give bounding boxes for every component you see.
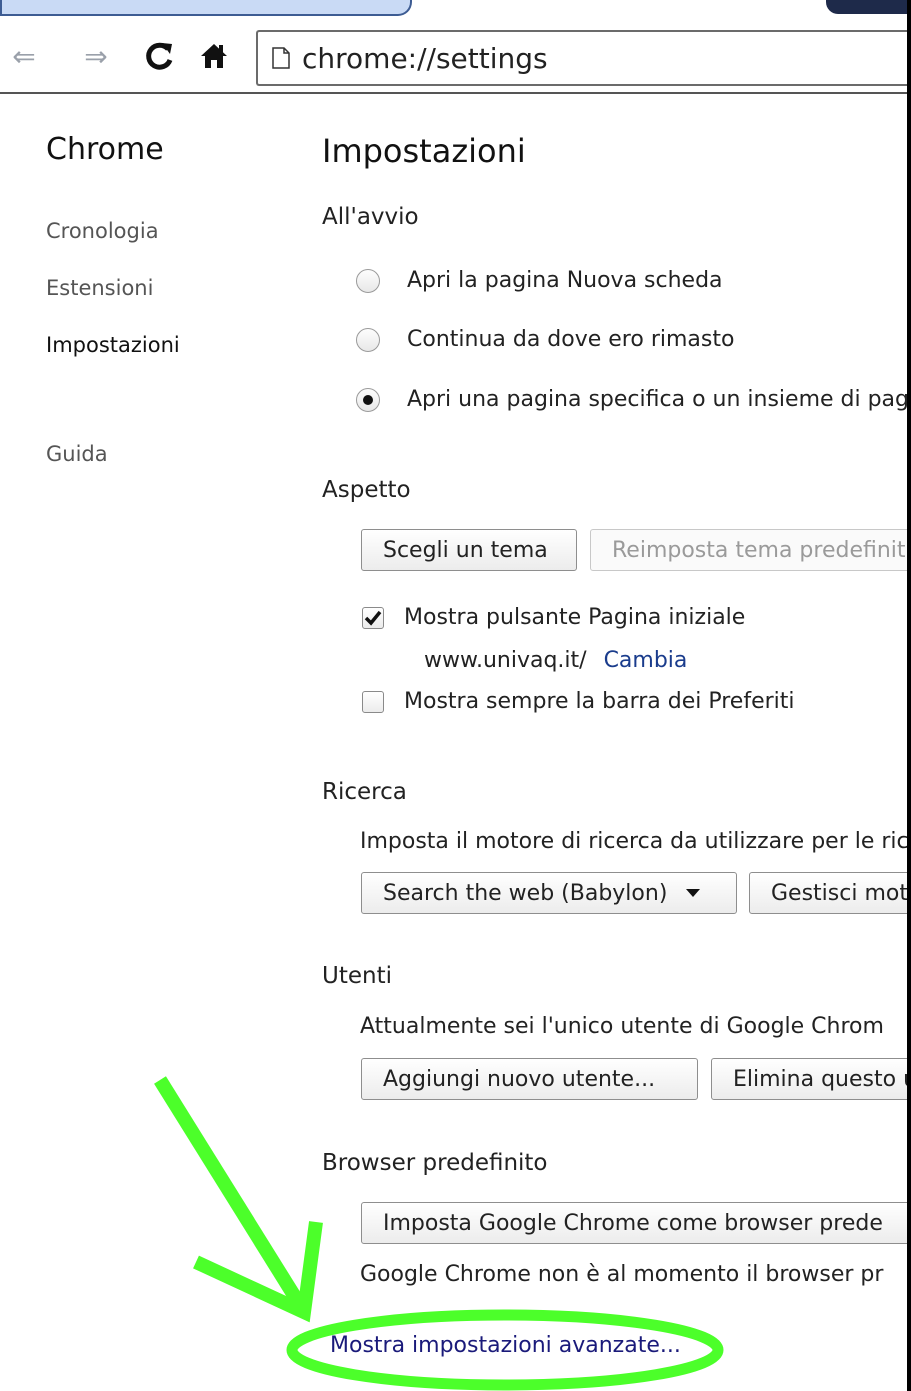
window-frame <box>0 0 911 1391</box>
